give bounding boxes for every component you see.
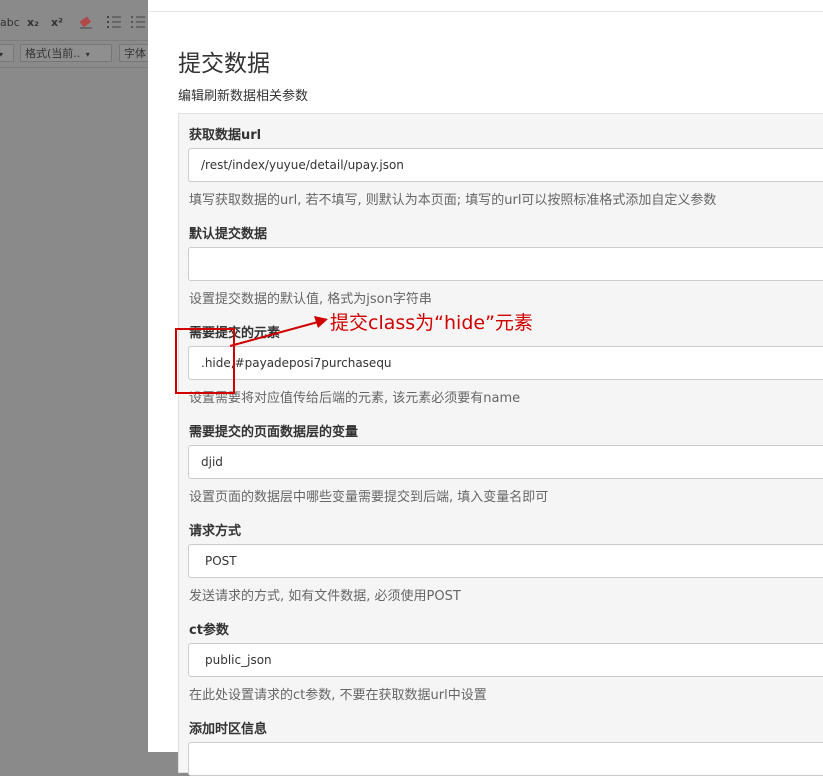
request-method-help: 发送请求的方式, 如有文件数据, 必须使用POST — [189, 589, 461, 604]
annotation-highlight-box — [175, 328, 235, 394]
submit-elements-input[interactable]: .hide,#payadeposi7purchasequ — [188, 346, 823, 380]
eraser-icon[interactable] — [78, 14, 94, 30]
unordered-list-icon[interactable] — [130, 14, 146, 30]
request-method-select[interactable]: POST — [188, 544, 823, 578]
editor-toolbar-row2: ▾ 格式(当前.. ▾ 字体 — [0, 40, 159, 68]
field-label-timezone: 添加时区信息 — [189, 722, 268, 737]
field-label-fetch-url: 获取数据url — [189, 128, 262, 143]
timezone-input[interactable] — [188, 742, 823, 776]
ordered-list-icon[interactable] — [106, 14, 122, 30]
subscript-icon[interactable]: x₂ — [27, 16, 39, 29]
submit-data-modal: 提交数据 编辑刷新数据相关参数 获取数据url /rest/index/yuyu… — [148, 0, 823, 776]
strikethrough-icon[interactable]: abc — [0, 16, 20, 29]
modal-divider — [148, 11, 823, 12]
font-select-label: 字体 — [124, 47, 146, 60]
fetch-url-help: 填写获取数据的url, 若不填写, 则默认为本页面; 填写的url可以按照标准格… — [189, 193, 717, 208]
prev-select[interactable]: ▾ — [0, 44, 14, 62]
modal-subtitle: 编辑刷新数据相关参数 — [178, 89, 309, 104]
fetch-url-input[interactable]: /rest/index/yuyue/detail/upay.json — [188, 148, 823, 182]
format-select[interactable]: 格式(当前.. ▾ — [20, 44, 112, 62]
modal-title: 提交数据 — [178, 51, 270, 77]
settings-panel: 获取数据url /rest/index/yuyue/detail/upay.js… — [178, 113, 823, 776]
ct-param-select[interactable]: public_json — [188, 643, 823, 677]
field-label-request-method: 请求方式 — [189, 524, 242, 539]
field-label-default-data: 默认提交数据 — [189, 227, 268, 242]
superscript-icon[interactable]: x² — [51, 16, 63, 29]
annotation-text: 提交class为“hide”元素 — [330, 312, 533, 334]
default-data-help: 设置提交数据的默认值, 格式为json字符串 — [189, 292, 432, 307]
field-label-ct-param: ct参数 — [189, 623, 229, 638]
field-label-datalayer-vars: 需要提交的页面数据层的变量 — [189, 425, 359, 440]
submit-elements-help: 设置需要将对应值传给后端的元素, 该元素必须要有name — [189, 391, 521, 406]
format-select-label: 格式(当前.. — [25, 47, 81, 60]
editor-toolbar-row1: abc x₂ x² — [0, 8, 148, 38]
datalayer-vars-help: 设置页面的数据层中哪些变量需要提交到后端, 填入变量名即可 — [189, 490, 549, 505]
default-data-input[interactable] — [188, 247, 823, 281]
editor-background: abc x₂ x² ▾ 格式(当前.. ▾ 字体 — [0, 0, 159, 752]
datalayer-vars-input[interactable]: djid — [188, 445, 823, 479]
ct-param-help: 在此处设置请求的ct参数, 不要在获取数据url中设置 — [189, 688, 487, 703]
chevron-down-icon: ▾ — [85, 50, 90, 59]
